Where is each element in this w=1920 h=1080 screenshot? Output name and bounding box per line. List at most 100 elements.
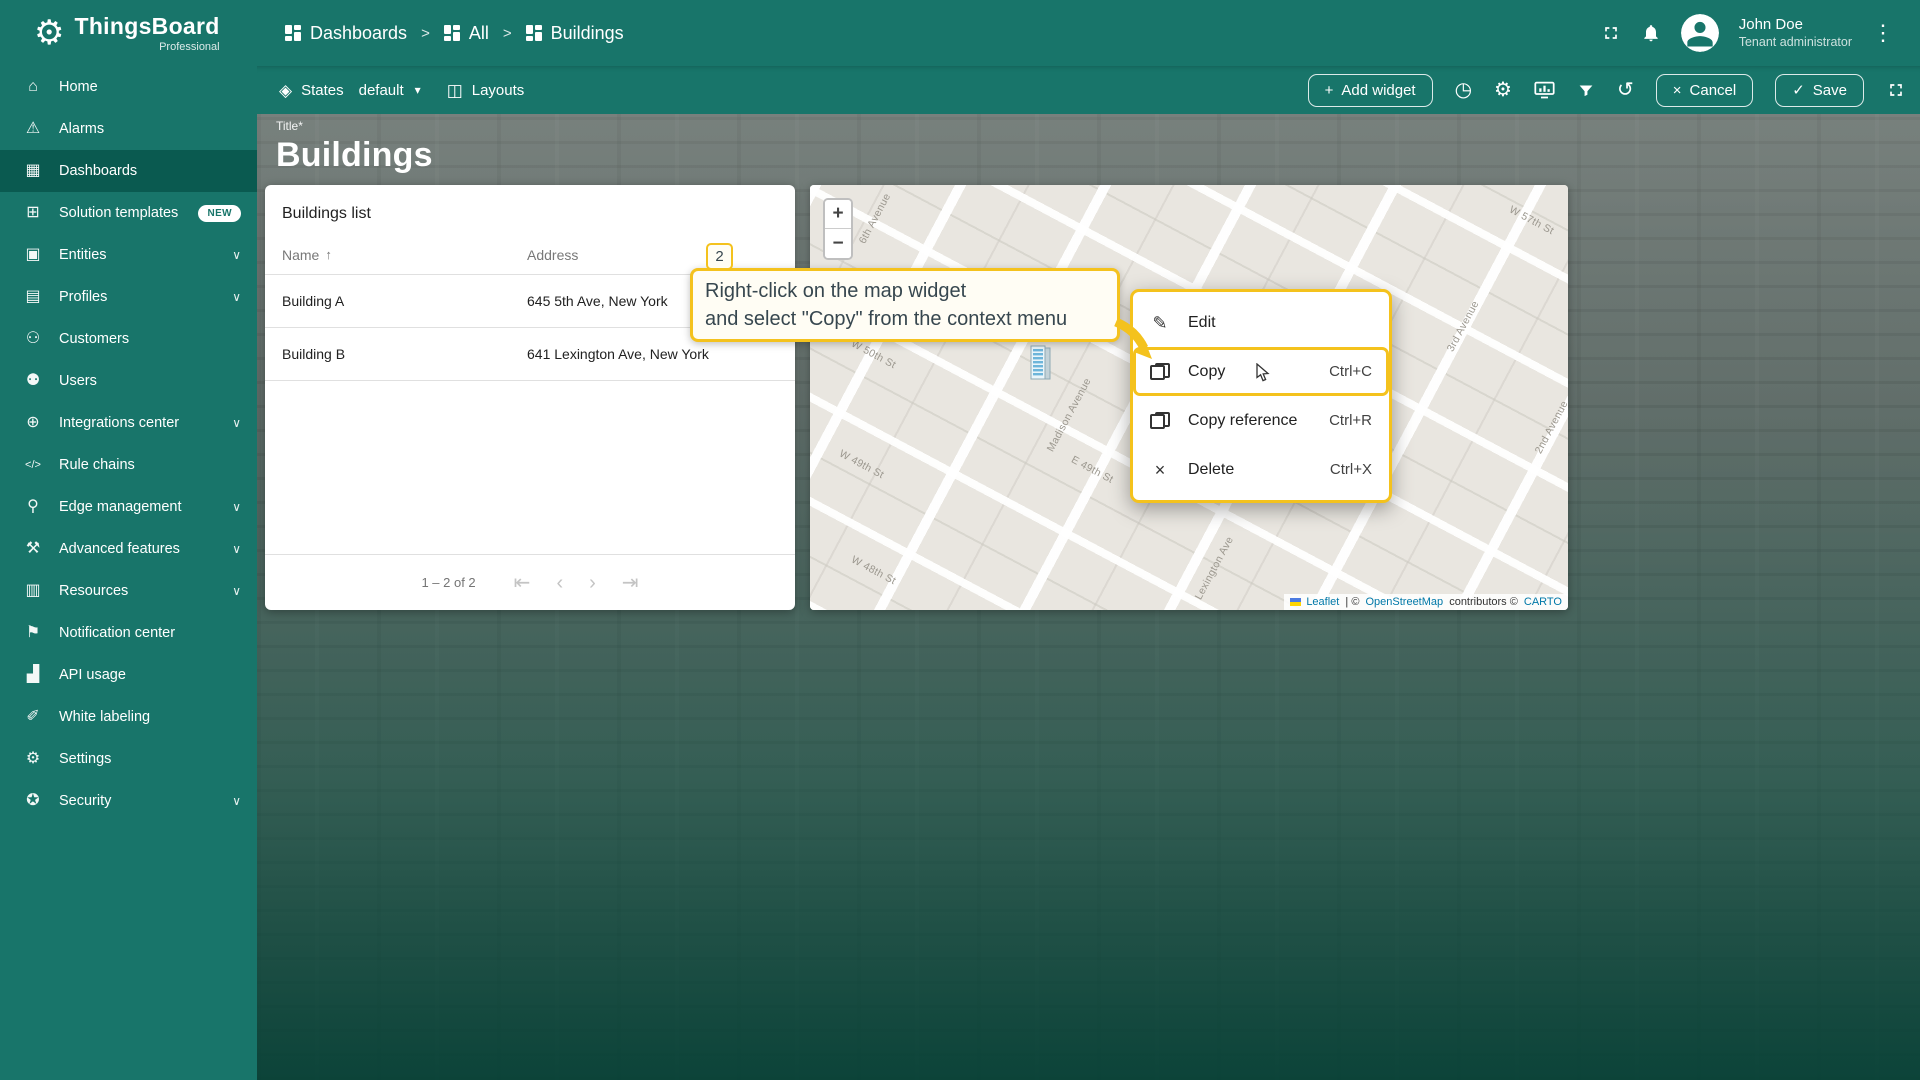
notification-icon: ⚑ [25, 624, 41, 641]
api-usage-icon: ▟ [26, 666, 40, 683]
zoom-in-button[interactable]: + [825, 200, 851, 229]
shortcut: Ctrl+C [1329, 363, 1372, 380]
breadcrumb-dashboards[interactable]: Dashboards [285, 23, 407, 44]
brand-text: ThingsBoard Professional [74, 13, 219, 53]
sidebar-item-white-labeling[interactable]: ✐ White labeling [0, 696, 257, 738]
leaflet-link[interactable]: Leaflet [1306, 596, 1339, 608]
security-icon: ✪ [26, 792, 40, 809]
version-history-button[interactable]: ↺ [1617, 80, 1634, 100]
aliases-icon [1534, 81, 1555, 98]
alarms-icon: ⚠ [25, 120, 41, 137]
sidebar-item-customers[interactable]: ⚇ Customers [0, 318, 257, 360]
chevron-down-icon: ∨ [232, 500, 241, 514]
chevron-down-icon: ∨ [232, 248, 241, 262]
header-actions: John Doe Tenant administrator ⋮ [1601, 14, 1920, 52]
column-header-name[interactable]: Name ↑ [282, 247, 527, 263]
sidebar-item-rule-chains[interactable]: </> Rule chains [0, 444, 257, 486]
sidebar-item-security[interactable]: ✪ Security ∨ [0, 780, 257, 822]
sidebar-item-edge-management[interactable]: ⚲ Edge management ∨ [0, 486, 257, 528]
filters-button[interactable] [1577, 82, 1595, 99]
menu-item-edit[interactable]: ✎ Edit [1133, 298, 1389, 347]
breadcrumb-label: Dashboards [310, 22, 408, 43]
clock-icon: ◷ [1454, 79, 1473, 101]
pagination: 1 – 2 of 2 ⇤ ‹ › ⇥ [265, 554, 795, 610]
notifications-button[interactable] [1641, 22, 1661, 44]
more-menu-button[interactable]: ⋮ [1872, 22, 1894, 44]
sidebar-item-dashboards[interactable]: ▦ Dashboards [0, 150, 257, 192]
osm-link[interactable]: OpenStreetMap [1365, 596, 1443, 608]
save-button[interactable]: ✓ Save [1775, 73, 1864, 107]
sidebar-item-alarms[interactable]: ⚠ Alarms [0, 108, 257, 150]
prev-page-button[interactable]: ‹ [556, 573, 563, 593]
states-select[interactable]: ◈ States default ▾ [279, 82, 421, 99]
sidebar-item-api-usage[interactable]: ▟ API usage [0, 654, 257, 696]
sort-asc-icon: ↑ [325, 247, 332, 262]
dashboard-settings-button[interactable]: ⚙ [1494, 80, 1512, 100]
tutorial-tooltip: Right-click on the map widget and select… [690, 268, 1120, 342]
breadcrumb-separator: > [502, 24, 512, 42]
shortcut: Ctrl+X [1329, 461, 1372, 478]
sidebar-item-entities[interactable]: ▣ Entities ∨ [0, 234, 257, 276]
layouts-button[interactable]: ◫ Layouts [447, 82, 525, 99]
customers-icon: ⚇ [25, 330, 41, 347]
fullscreen-button[interactable] [1601, 23, 1621, 43]
plus-icon: + [1324, 81, 1334, 99]
filter-icon [1579, 85, 1593, 96]
add-widget-button[interactable]: + Add widget [1307, 73, 1433, 107]
sidebar: ⌂ Home ⚠ Alarms ▦ Dashboards ⊞ Solution temp… [0, 66, 257, 1080]
sidebar-item-notification-center[interactable]: ⚑ Notification center [0, 612, 257, 654]
more-vert-icon: ⋮ [1872, 20, 1894, 45]
breadcrumb-buildings[interactable]: Buildings [525, 23, 624, 44]
last-page-button[interactable]: ⇥ [622, 573, 639, 593]
advanced-features-icon: ⚒ [25, 540, 41, 557]
cell-address: 641 Lexington Ave, New York [527, 346, 709, 362]
sidebar-item-advanced-features[interactable]: ⚒ Advanced features ∨ [0, 528, 257, 570]
sidebar-item-users[interactable]: ⚉ Users [0, 360, 257, 402]
title-field-label: Title* [276, 119, 303, 133]
sidebar-item-profiles[interactable]: ▤ Profiles ∨ [0, 276, 257, 318]
time-window-button[interactable]: ◷ [1455, 80, 1472, 100]
toolbar-fullscreen-button[interactable] [1886, 80, 1906, 100]
tutorial-arrow-icon [1112, 317, 1154, 365]
sidebar-item-home[interactable]: ⌂ Home [0, 66, 257, 108]
map-attribution: Leaflet | © OpenStreetMap contributors ©… [1284, 594, 1568, 610]
cancel-button[interactable]: × Cancel [1655, 73, 1754, 107]
delete-icon: × [1154, 459, 1166, 480]
sidebar-item-settings[interactable]: ⚙ Settings [0, 738, 257, 780]
states-value: default [358, 81, 404, 99]
menu-item-copy[interactable]: Copy Ctrl+C [1133, 347, 1389, 396]
resources-icon: ▥ [25, 582, 41, 599]
page-title[interactable]: Buildings [276, 136, 433, 175]
thingsboard-logo-icon: ⚙ [34, 14, 65, 52]
brand-title: ThingsBoard [74, 13, 220, 39]
menu-item-delete[interactable]: × Delete Ctrl+X [1133, 445, 1389, 494]
layouts-icon: ◫ [446, 80, 463, 100]
white-labeling-icon: ✐ [26, 708, 40, 725]
tooltip-line-2: and select "Copy" from the context menu [705, 308, 1068, 330]
settings-icon: ⚙ [25, 750, 41, 767]
next-page-button[interactable]: › [589, 573, 596, 593]
brand[interactable]: ⚙ ThingsBoard Professional [0, 13, 257, 53]
zoom-out-button[interactable]: − [825, 229, 851, 258]
layers-icon: ◈ [279, 80, 293, 100]
avatar[interactable] [1680, 14, 1719, 52]
toolbar-right: + Add widget ◷ ⚙ ↺ × Cancel ✓ Save [1307, 73, 1906, 107]
states-label: States [301, 81, 344, 99]
first-page-button[interactable]: ⇤ [514, 573, 531, 593]
dropdown-caret-icon: ▾ [414, 83, 421, 97]
menu-item-copy-reference[interactable]: Copy reference Ctrl+R [1133, 396, 1389, 445]
breadcrumb-separator: > [421, 24, 430, 42]
carto-link[interactable]: CARTO [1524, 596, 1562, 608]
dashboard-grid-icon [443, 25, 460, 41]
column-header-address[interactable]: Address [527, 247, 778, 263]
dashboard-grid-icon [525, 25, 542, 41]
user-info: John Doe Tenant administrator [1739, 16, 1852, 50]
sidebar-item-integrations-center[interactable]: ⊕ Integrations center ∨ [0, 402, 257, 444]
sidebar-item-solution-templates[interactable]: ⊞ Solution templates NEW [0, 192, 257, 234]
building-marker[interactable] [1026, 343, 1054, 390]
rule-chains-icon: </> [25, 458, 41, 471]
entity-aliases-button[interactable] [1534, 81, 1555, 100]
breadcrumb-all[interactable]: All [443, 23, 489, 44]
sidebar-item-resources[interactable]: ▥ Resources ∨ [0, 570, 257, 612]
copy-icon [1150, 412, 1170, 429]
